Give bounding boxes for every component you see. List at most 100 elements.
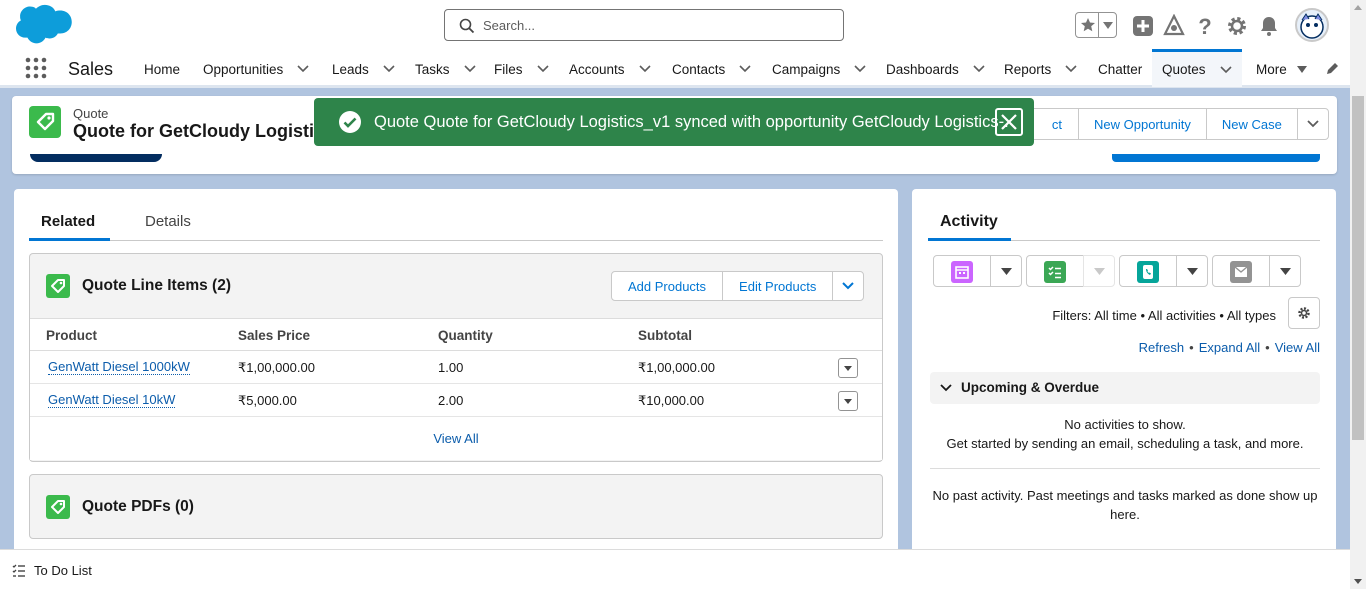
view-all-link[interactable]: View All [1275,340,1320,355]
scrollbar-thumb[interactable] [1352,96,1364,440]
chevron-down-icon [1103,22,1113,29]
nav-item-label: Tasks [415,61,450,77]
activity-settings-button[interactable] [1288,297,1320,329]
chevron-down-icon[interactable] [638,63,651,75]
nav-item-files[interactable]: Files [494,50,549,88]
expand-all-link[interactable]: Expand All [1199,340,1260,355]
new-opportunity-button[interactable]: New Opportunity [1078,108,1207,140]
todo-list-button[interactable]: To Do List [34,563,92,578]
trailhead-icon[interactable] [1162,14,1186,38]
edit-products-button[interactable]: Edit Products [722,271,834,301]
tab-activity[interactable]: Activity [940,213,998,231]
refresh-link[interactable]: Refresh [1139,340,1185,355]
log-call-button[interactable] [1119,255,1177,287]
global-search[interactable]: Search... [444,9,844,41]
nav-item-leads[interactable]: Leads [332,50,395,88]
chevron-down-icon[interactable] [463,63,476,75]
scroll-down-arrow[interactable] [1354,579,1362,584]
quote-record-icon [29,106,61,138]
related-details-card: Related Details Quote Line Items (2) Add… [14,189,898,559]
app-name: Sales [68,59,114,79]
astro-avatar-icon [1300,13,1324,39]
related-list-more-button[interactable] [832,271,865,301]
quote-line-items-title[interactable]: Quote Line Items (2) [82,277,231,295]
close-icon [1001,114,1017,130]
add-icon[interactable] [1131,14,1155,38]
column-header-sales-price[interactable]: Sales Price [238,328,310,343]
tab-related[interactable]: Related [41,213,95,230]
upcoming-overdue-section[interactable]: Upcoming & Overdue [930,372,1320,404]
activity-card: Activity Filters: All time • All activit… [912,189,1336,559]
toast-close-button[interactable] [995,108,1023,136]
column-header-product[interactable]: Product [46,328,97,343]
chevron-down-icon[interactable] [1219,64,1232,76]
new-case-button[interactable]: New Case [1205,108,1298,140]
new-event-publisher [933,255,1022,287]
row-actions-button[interactable] [838,391,858,411]
related-list-actions: Add Products Edit Products [611,271,865,301]
no-activities-text: No activities to show. [1064,417,1186,432]
activity-tabs: Activity [928,201,1320,241]
chevron-down-icon [842,282,855,290]
nav-item-opportunities[interactable]: Opportunities [203,50,309,88]
email-menu-button[interactable] [1269,255,1301,287]
notifications-bell-icon[interactable] [1257,14,1281,38]
divider [930,468,1320,469]
view-all-line-items-link[interactable]: View All [30,417,882,460]
new-opportunity-label: New Opportunity [1094,116,1191,132]
mark-stage-button[interactable] [1112,154,1320,162]
add-products-button[interactable]: Add Products [611,271,724,301]
activity-filters-text: Filters: All time • All activities • All… [1052,308,1276,323]
chevron-down-icon[interactable] [383,63,395,75]
nav-item-accounts[interactable]: Accounts [569,50,651,88]
more-actions-button[interactable] [1296,108,1329,140]
new-event-button[interactable] [933,255,991,287]
nav-item-home[interactable]: Home [144,50,180,88]
get-started-text: Get started by sending an email, schedul… [946,436,1304,451]
new-event-menu-button[interactable] [990,255,1022,287]
chevron-down-icon[interactable] [1065,63,1077,75]
quote-pdfs-title[interactable]: Quote PDFs (0) [82,498,194,516]
nav-item-reports[interactable]: Reports [1004,50,1077,88]
app-launcher-icon[interactable] [24,56,48,80]
nav-item-label: More [1256,61,1287,77]
email-publisher [1212,255,1301,287]
gear-icon[interactable] [1225,14,1249,38]
column-header-quantity[interactable]: Quantity [438,328,493,343]
phone-icon [1137,261,1159,283]
favorites-button[interactable] [1075,12,1117,38]
chevron-down-icon[interactable] [297,63,309,75]
salesforce-logo[interactable] [16,4,74,46]
row-actions-button[interactable] [838,358,858,378]
separator: • [1265,340,1270,355]
edit-nav-pencil-icon[interactable] [1325,62,1339,76]
nav-more[interactable]: More [1256,50,1307,88]
tab-details[interactable]: Details [145,213,191,230]
chevron-down-icon[interactable] [973,63,985,75]
nav-item-campaigns[interactable]: Campaigns [772,50,866,88]
path-stage-indicator [30,154,162,162]
email-button[interactable] [1212,255,1270,287]
page-scrollbar[interactable] [1350,0,1366,589]
product-link[interactable]: GenWatt Diesel 10kW [48,393,176,408]
new-task-button[interactable] [1026,255,1084,287]
nav-item-dashboards[interactable]: Dashboards [886,50,985,88]
caret-down-icon [1001,268,1012,275]
chevron-down-icon[interactable] [739,63,751,75]
caret-down-icon [1094,268,1105,275]
help-icon[interactable]: ? [1193,14,1217,38]
nav-item-tasks[interactable]: Tasks [415,50,476,88]
nav-item-chatter[interactable]: Chatter [1098,50,1142,88]
nav-item-contacts[interactable]: Contacts [672,50,751,88]
column-header-subtotal[interactable]: Subtotal [638,328,692,343]
scroll-up-arrow[interactable] [1354,5,1362,10]
user-avatar[interactable] [1295,8,1329,42]
chevron-down-icon[interactable] [854,63,866,75]
nav-item-quotes[interactable]: Quotes [1152,49,1242,87]
caret-down-icon [844,399,852,404]
log-call-menu-button[interactable] [1176,255,1208,287]
nav-item-label: Campaigns [772,61,841,77]
chevron-down-icon[interactable] [536,63,549,75]
chevron-down-icon [1307,120,1319,128]
product-link[interactable]: GenWatt Diesel 1000kW [48,360,190,375]
